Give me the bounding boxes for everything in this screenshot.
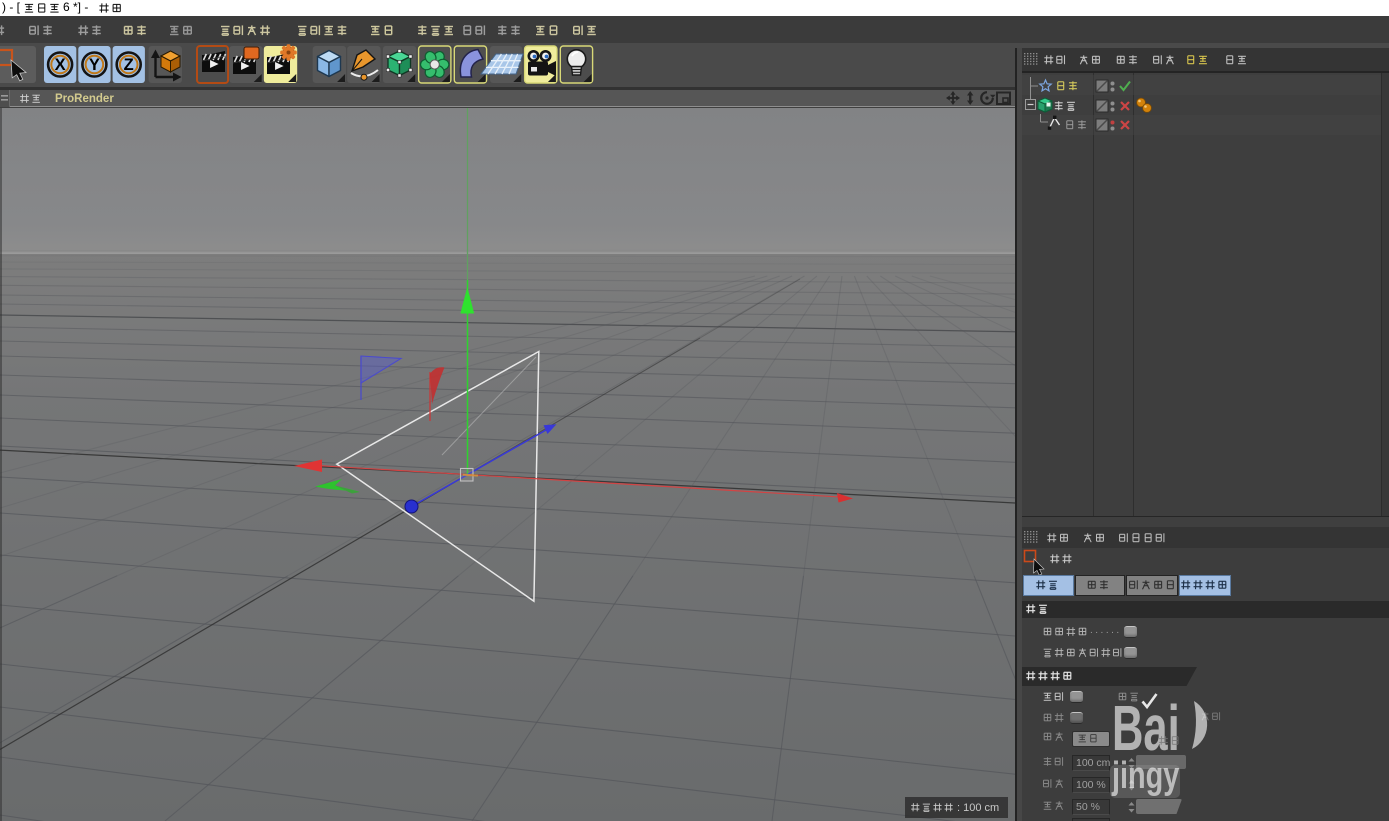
svg-text:Z: Z (124, 56, 134, 74)
svg-text:jingy: jingy (1111, 754, 1179, 797)
svg-text:Y: Y (89, 56, 100, 74)
svg-text:X: X (55, 56, 66, 74)
